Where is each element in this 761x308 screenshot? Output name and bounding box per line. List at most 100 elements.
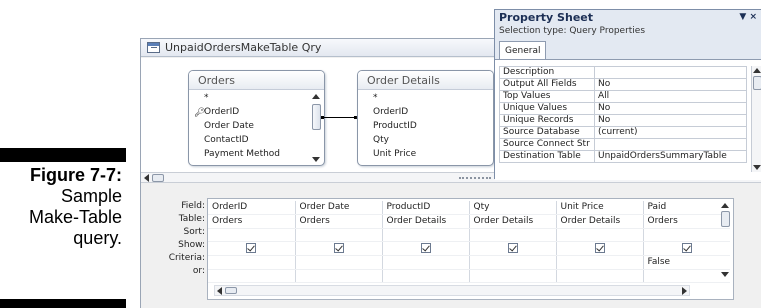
grid-cell-or[interactable] — [555, 269, 643, 283]
property-sheet-title-bar[interactable]: Property Sheet ▼ × — [495, 10, 761, 25]
scroll-up-icon[interactable] — [312, 94, 320, 99]
scroll-up-icon[interactable] — [753, 68, 761, 73]
field-item[interactable]: OrderID — [373, 105, 493, 119]
query-icon — [147, 42, 160, 53]
table-name[interactable]: Order Details — [358, 71, 493, 90]
criteria-row: False — [208, 255, 730, 270]
grid-cell-criteria[interactable] — [468, 255, 556, 270]
property-value[interactable]: All — [594, 90, 747, 103]
grid-cell-or[interactable] — [381, 269, 469, 283]
scroll-down-icon[interactable] — [312, 157, 320, 162]
grid-cell-table[interactable]: Order Details — [468, 214, 556, 229]
show-checkbox[interactable] — [246, 242, 257, 253]
show-checkbox[interactable] — [681, 242, 692, 253]
grid-cell-table[interactable]: Orders — [642, 214, 730, 229]
property-value[interactable]: (current) — [594, 126, 747, 139]
relationship-line — [321, 116, 357, 119]
grid-cell-table[interactable]: Orders — [294, 214, 382, 229]
grid-horizontal-scrollbar[interactable] — [214, 285, 690, 296]
grid-cell-sort[interactable] — [294, 228, 382, 242]
show-checkbox[interactable] — [420, 242, 431, 253]
grid-cell-sort[interactable] — [381, 228, 469, 242]
grid-cell-field[interactable]: OrderID — [208, 201, 295, 215]
field-item[interactable]: Payment Method — [204, 147, 324, 161]
field-item[interactable]: Unit Price — [373, 147, 493, 161]
grid-cell-criteria[interactable] — [555, 255, 643, 270]
field-item[interactable]: 🔑︎ OrderID — [194, 105, 324, 119]
grid-cell-show — [468, 241, 556, 256]
grid-cell-sort[interactable] — [208, 228, 295, 242]
field-item[interactable]: Qty — [373, 133, 493, 147]
table-orders[interactable]: Orders * 🔑︎ OrderID Order Date ContactID … — [188, 70, 325, 166]
property-sheet-body: Description Output All Fields No Top Valu… — [495, 59, 761, 180]
field-item[interactable]: ProductID — [373, 119, 493, 133]
grid-cell-or[interactable] — [468, 269, 556, 283]
figure-caption: Figure 7-7: Sample Make-Table query. — [0, 165, 122, 249]
table-name[interactable]: Orders — [189, 71, 324, 90]
grid-cell-field[interactable]: Order Date — [294, 201, 382, 215]
property-name: Source Connect Str — [499, 138, 595, 151]
design-grid: OrderID Order Date ProductID Qty Unit Pr… — [207, 198, 734, 300]
grid-cell-table[interactable]: Orders — [208, 214, 295, 229]
field-item[interactable]: * — [204, 91, 324, 105]
grid-cell-or[interactable] — [208, 269, 295, 283]
field-item[interactable]: * — [373, 91, 493, 105]
pane-splitter-grip[interactable] — [459, 177, 491, 179]
property-value[interactable]: No — [594, 78, 747, 91]
property-value[interactable]: No — [594, 102, 747, 115]
caption-line: query. — [73, 228, 122, 248]
property-sheet-menu-close-icons[interactable]: ▼ × — [739, 10, 757, 25]
scroll-thumb[interactable] — [152, 174, 164, 182]
property-value[interactable] — [594, 138, 747, 151]
property-sheet: Property Sheet ▼ × Selection type: Query… — [494, 9, 761, 180]
grid-cell-sort[interactable] — [642, 228, 730, 242]
grid-cell-field[interactable]: Unit Price — [555, 201, 643, 215]
grid-cell-criteria[interactable] — [381, 255, 469, 270]
show-checkbox[interactable] — [507, 242, 518, 253]
grid-vertical-scrollbar[interactable] — [720, 201, 731, 279]
grid-cell-table[interactable]: Order Details — [555, 214, 643, 229]
property-value[interactable]: No — [594, 114, 747, 127]
property-name: Unique Records — [499, 114, 595, 127]
caption-bar-bottom — [0, 299, 126, 308]
tab-general[interactable]: General — [499, 41, 547, 60]
grid-cell-field[interactable]: ProductID — [381, 201, 469, 215]
grid-cell-criteria[interactable]: False — [642, 255, 730, 270]
grid-cell-field[interactable]: Qty — [468, 201, 556, 215]
scroll-up-icon[interactable] — [721, 203, 729, 208]
field-item[interactable]: ContactID — [204, 133, 324, 147]
primary-key-icon: 🔑︎ — [194, 108, 206, 118]
row-label: Show: — [178, 240, 205, 250]
property-value[interactable]: UnpaidOrdersSummaryTable — [594, 150, 747, 163]
design-grid-table: OrderID Order Date ProductID Qty Unit Pr… — [208, 201, 730, 283]
grid-cell-table[interactable]: Order Details — [381, 214, 469, 229]
scroll-left-icon[interactable] — [217, 287, 222, 295]
field-item[interactable]: Order Date — [204, 119, 324, 133]
grid-cell-or[interactable] — [642, 269, 730, 283]
grid-cell-sort[interactable] — [468, 228, 556, 242]
grid-cell-sort[interactable] — [555, 228, 643, 242]
grid-cell-criteria[interactable] — [294, 255, 382, 270]
property-name: Source Database — [499, 126, 595, 139]
scroll-right-icon[interactable] — [682, 287, 687, 295]
caption-bar-top — [0, 148, 126, 162]
grid-cell-field[interactable]: Paid — [642, 201, 730, 215]
selection-type: Selection type: Query Properties — [499, 26, 646, 36]
property-sheet-scrollbar[interactable] — [751, 66, 761, 172]
field-list: * 🔑︎ OrderID Order Date ContactID Payment… — [189, 90, 324, 161]
show-checkbox[interactable] — [594, 242, 605, 253]
scroll-down-icon[interactable] — [721, 272, 729, 277]
row-label: Field: — [181, 201, 205, 211]
field-list-scrollbar[interactable] — [311, 92, 322, 164]
scroll-left-icon[interactable] — [144, 174, 149, 182]
show-checkbox[interactable] — [333, 242, 344, 253]
table-order-details[interactable]: Order Details * OrderID ProductID Qty Un… — [357, 70, 494, 166]
property-value[interactable] — [594, 66, 747, 79]
scroll-thumb[interactable] — [312, 104, 321, 130]
scroll-down-icon[interactable] — [753, 165, 761, 170]
scroll-thumb[interactable] — [721, 211, 730, 227]
grid-cell-or[interactable] — [294, 269, 382, 283]
grid-cell-criteria[interactable] — [208, 255, 295, 270]
scroll-thumb[interactable] — [225, 287, 237, 294]
scroll-thumb[interactable] — [753, 76, 761, 90]
